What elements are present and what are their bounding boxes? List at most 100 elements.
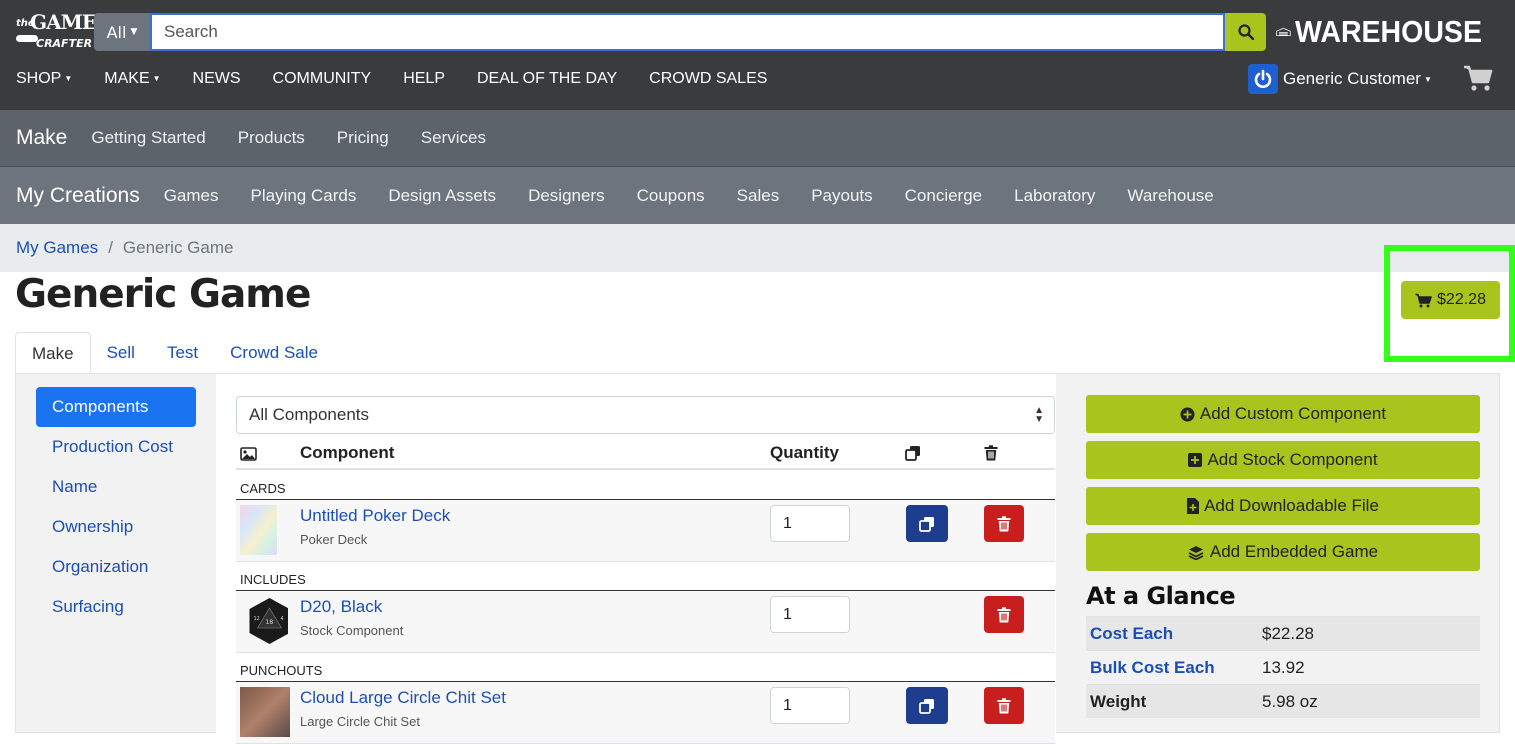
creations-nav-designers[interactable]: Designers	[528, 186, 605, 206]
caret-down-icon: ▼	[64, 74, 73, 83]
nav-help[interactable]: HELP	[403, 70, 445, 88]
group-label-includes: INCLUDES	[236, 562, 1055, 591]
add-custom-component-button[interactable]: Add Custom Component	[1086, 395, 1480, 433]
table-row: Cloud Large Circle Chit Set Large Circle…	[236, 682, 1055, 744]
cart-icon	[1415, 293, 1432, 307]
glance-value-cost-each: $22.28	[1262, 623, 1314, 643]
nav-shop-label: SHOP	[16, 70, 62, 87]
components-table-header: Component Quantity	[236, 436, 1055, 470]
plus-circle-icon	[1180, 407, 1195, 421]
warehouse-logo-text: WAREHOUSE	[1294, 14, 1482, 49]
sidenav-components[interactable]: Components	[36, 387, 196, 427]
delete-button[interactable]	[984, 505, 1024, 542]
component-filter-value: All Components	[249, 405, 370, 424]
make-nav-getting-started[interactable]: Getting Started	[91, 128, 205, 148]
component-name-link[interactable]: D20, Black	[300, 597, 382, 617]
column-component[interactable]: Component	[300, 443, 394, 463]
poker-deck-thumbnail	[240, 505, 277, 555]
sidenav-organization[interactable]: Organization	[36, 547, 196, 587]
make-subnav-title[interactable]: Make	[16, 126, 67, 150]
make-nav-services[interactable]: Services	[421, 128, 486, 148]
duplicate-button[interactable]	[906, 505, 948, 542]
creations-nav-coupons[interactable]: Coupons	[637, 186, 705, 206]
add-downloadable-file-label: Add Downloadable File	[1204, 496, 1379, 515]
svg-text:18: 18	[266, 619, 274, 626]
component-type: Poker Deck	[300, 532, 368, 547]
make-nav-pricing[interactable]: Pricing	[337, 128, 389, 148]
search-input[interactable]	[150, 13, 1225, 51]
add-embedded-game-label: Add Embedded Game	[1209, 542, 1379, 561]
glance-row-bulk-cost-each: Bulk Cost Each 13.92	[1086, 650, 1480, 684]
creations-subnav-title[interactable]: My Creations	[16, 184, 140, 208]
breadcrumb-my-games[interactable]: My Games	[16, 238, 98, 258]
nav-shop[interactable]: SHOP ▼	[16, 70, 72, 88]
quantity-input[interactable]: 1	[770, 505, 850, 542]
glance-value-bulk-cost-each: 13.92	[1262, 657, 1305, 677]
make-panel: Components Production Cost Name Ownershi…	[15, 373, 1500, 744]
table-row: 18 12 4 D20, Black Stock Component 1	[236, 591, 1055, 653]
creations-nav-games[interactable]: Games	[164, 186, 219, 206]
nav-news[interactable]: NEWS	[193, 70, 241, 88]
glance-value-weight: 5.98 oz	[1262, 691, 1318, 711]
delete-button[interactable]	[984, 596, 1024, 633]
svg-text:4: 4	[281, 616, 284, 622]
column-quantity[interactable]: Quantity	[770, 443, 839, 463]
creations-nav-playing-cards[interactable]: Playing Cards	[251, 186, 357, 206]
logo-game: GAME	[30, 10, 97, 34]
creations-nav-warehouse[interactable]: Warehouse	[1127, 186, 1213, 206]
nav-deal-of-the-day[interactable]: DEAL OF THE DAY	[477, 70, 617, 88]
tab-test[interactable]: Test	[151, 332, 214, 374]
make-subnav: Make Getting Started Products Pricing Se…	[0, 110, 1515, 167]
warehouse-logo[interactable]: WAREHOUSE	[1276, 13, 1498, 51]
creations-nav-sales[interactable]: Sales	[737, 186, 780, 206]
add-embedded-game-button[interactable]: Add Embedded Game	[1086, 533, 1480, 571]
search-button[interactable]	[1225, 13, 1266, 51]
sidenav-production-cost[interactable]: Production Cost	[36, 427, 196, 467]
user-menu[interactable]: Generic Customer ▼	[1248, 63, 1432, 95]
delete-button[interactable]	[984, 687, 1024, 724]
user-name-label: Generic Customer	[1283, 69, 1421, 88]
quantity-input[interactable]: 1	[770, 687, 850, 724]
quantity-input[interactable]: 1	[770, 596, 850, 633]
creations-nav-laboratory[interactable]: Laboratory	[1014, 186, 1095, 206]
svg-text:12: 12	[254, 616, 260, 622]
tab-make[interactable]: Make	[15, 332, 91, 374]
tab-sell[interactable]: Sell	[91, 332, 151, 374]
d20-thumbnail: 18 12 4	[249, 598, 288, 644]
search-bar: All ▼	[94, 13, 1266, 51]
tab-crowd-sale[interactable]: Crowd Sale	[214, 332, 334, 374]
cart-icon[interactable]	[1463, 64, 1493, 92]
nav-make-label: MAKE	[104, 70, 150, 87]
component-type: Large Circle Chit Set	[300, 714, 420, 729]
layers-plus-icon	[1188, 545, 1204, 560]
component-name-link[interactable]: Cloud Large Circle Chit Set	[300, 688, 506, 708]
nav-community[interactable]: COMMUNITY	[273, 70, 372, 88]
add-downloadable-file-button[interactable]: Add Downloadable File	[1086, 487, 1480, 525]
duplicate-button[interactable]	[906, 687, 948, 724]
component-filter-select[interactable]: All Components ▲ ▼	[236, 396, 1055, 434]
logo-bar	[16, 35, 38, 42]
glance-label-cost-each[interactable]: Cost Each	[1086, 624, 1262, 644]
trash-icon	[997, 697, 1011, 713]
top-header: the GAME CRAFTER All▼ WAREHOUSE SHOP▼ MA…	[0, 0, 1515, 110]
sidenav-surfacing[interactable]: Surfacing	[36, 587, 196, 627]
creations-nav-concierge[interactable]: Concierge	[905, 186, 983, 206]
cart-price-label: $22.28	[1437, 291, 1486, 308]
nav-make[interactable]: MAKE ▼	[104, 70, 160, 88]
make-nav-products[interactable]: Products	[238, 128, 305, 148]
cart-price-button[interactable]: $22.28	[1401, 281, 1500, 319]
glance-label-bulk-cost-each[interactable]: Bulk Cost Each	[1086, 658, 1262, 678]
game-crafter-logo[interactable]: the GAME CRAFTER	[14, 10, 97, 56]
sidenav-ownership[interactable]: Ownership	[36, 507, 196, 547]
trash-icon	[997, 606, 1011, 622]
add-stock-component-button[interactable]: Add Stock Component	[1086, 441, 1480, 479]
group-label-cards: CARDS	[236, 471, 1055, 500]
nav-crowd-sales[interactable]: CROWD SALES	[649, 70, 767, 88]
search-category-dropdown[interactable]: All ▼	[94, 13, 150, 51]
creations-nav-design-assets[interactable]: Design Assets	[388, 186, 496, 206]
glance-row-weight: Weight 5.98 oz	[1086, 684, 1480, 718]
creations-nav-payouts[interactable]: Payouts	[811, 186, 872, 206]
breadcrumb: My Games / Generic Game	[0, 224, 1515, 272]
component-name-link[interactable]: Untitled Poker Deck	[300, 506, 450, 526]
sidenav-name[interactable]: Name	[36, 467, 196, 507]
